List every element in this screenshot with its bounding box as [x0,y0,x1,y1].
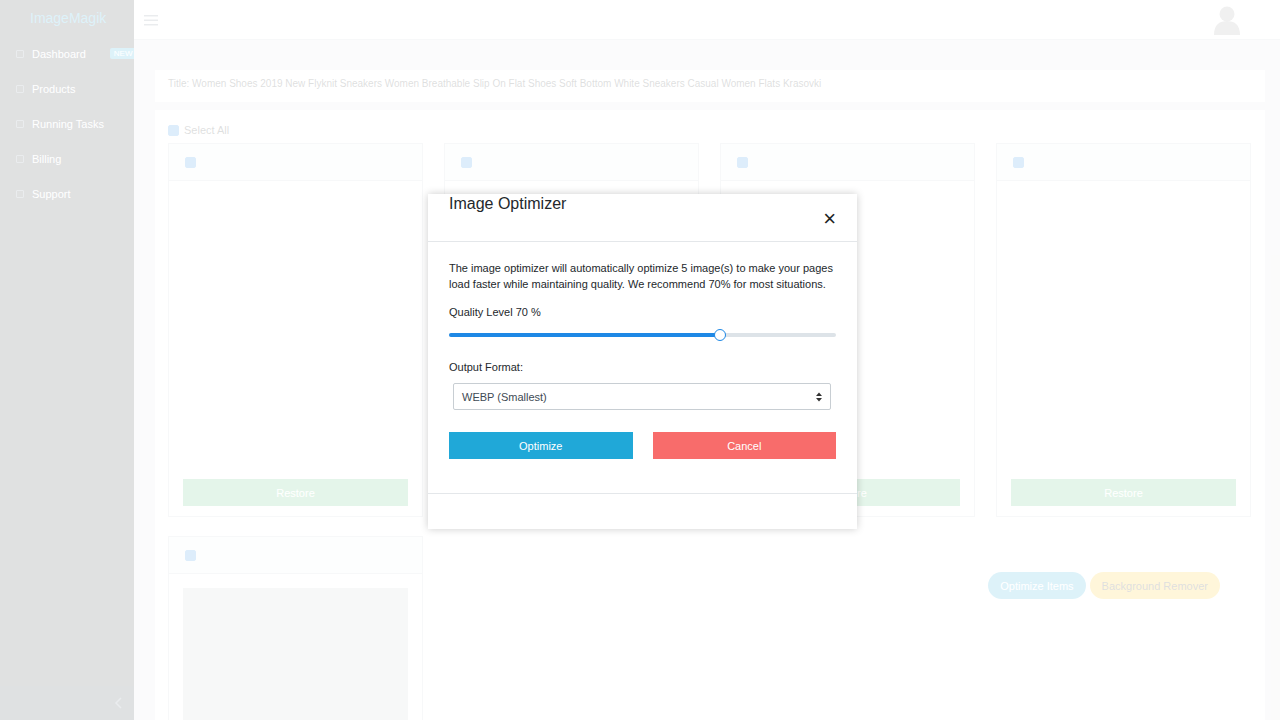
close-button[interactable]: × [823,208,836,230]
description: The image optimizer will automatically o… [449,260,836,292]
optimize-button[interactable]: Optimize [449,432,633,459]
image-optimizer-modal: Image Optimizer × The image optimizer will… [428,194,857,529]
modal-title: Image Optimizer [449,194,566,214]
quality-label: Quality Level 70 % [449,306,836,318]
cancel-button[interactable]: Cancel [653,432,837,459]
slider-knob[interactable] [714,329,726,341]
dropdown-arrows-icon [816,392,822,402]
modal-body: The image optimizer will automatically o… [428,242,857,493]
format-label: Output Format: [449,361,836,373]
modal-footer [428,493,857,529]
format-select[interactable]: WEBP (Smallest) [453,383,831,410]
quality-slider[interactable] [449,329,836,341]
app-window: ImageMagikDashboardNEWProductsRunning Ta… [0,0,1280,720]
modal-header: Image Optimizer × [428,194,857,242]
